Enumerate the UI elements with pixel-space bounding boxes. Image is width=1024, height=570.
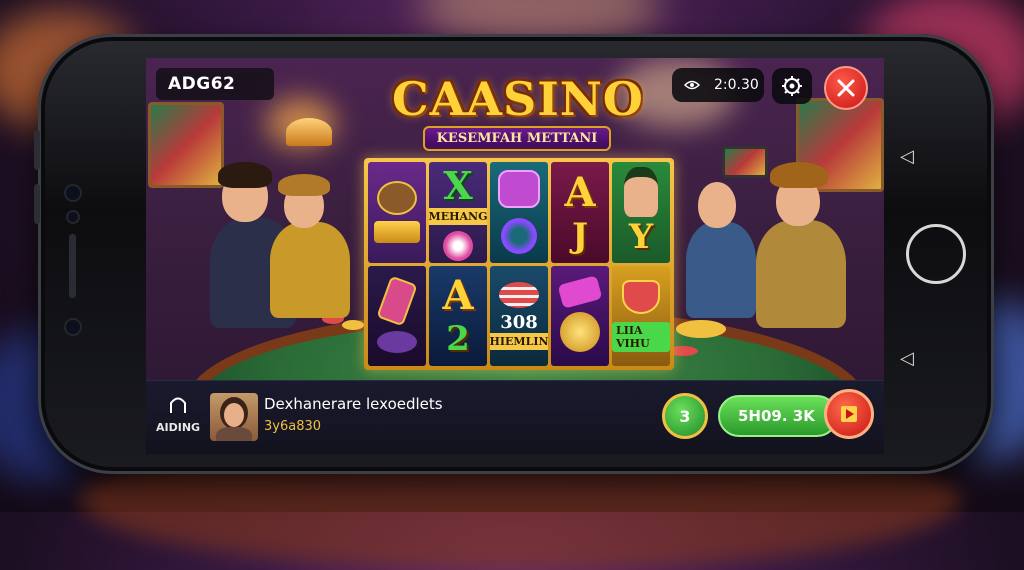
bonus-value: 3 <box>679 406 691 426</box>
symbol-caption: MEHANG <box>429 208 487 226</box>
a-symbol: A <box>564 168 596 216</box>
chip-stack <box>676 320 726 338</box>
avatar[interactable] <box>210 393 258 441</box>
home-nav-button[interactable] <box>906 224 966 284</box>
camera-icon <box>66 186 80 200</box>
back-nav-icon[interactable]: ◁ <box>900 146 914 167</box>
ring-symbol <box>501 218 537 255</box>
chip-stack-symbol <box>499 281 539 308</box>
slot-reels[interactable]: X MEHANG A J Y A 2 308 HIEMLIN LIIA VIHU <box>364 158 674 370</box>
settings-button[interactable] <box>772 68 812 104</box>
bar-symbol <box>557 274 603 309</box>
reel-symbol: X MEHANG <box>429 162 487 263</box>
player-balance: 3y6a830 <box>264 419 322 434</box>
reel-symbol <box>368 265 426 366</box>
player-name: Dexhanerare lexoedlets <box>264 395 443 413</box>
two-symbol: 2 <box>446 319 470 360</box>
sensor-icon <box>68 212 78 222</box>
logo-subtitle: KESEMFAH METTANI <box>422 126 612 151</box>
game-logo: CAASINO KESEMFAH METTANI <box>392 72 644 164</box>
play-icon <box>841 406 857 422</box>
close-button[interactable] <box>824 66 868 110</box>
symbol-value: 308 <box>500 311 538 333</box>
player-id: ADG62 <box>168 74 236 94</box>
j-symbol: J <box>571 215 589 256</box>
pot-symbol <box>622 279 660 314</box>
reel-symbol: A J <box>551 162 609 263</box>
speaker-grille <box>69 234 76 298</box>
timer-text: 2:0.30 <box>714 77 759 93</box>
player-character <box>264 168 354 318</box>
x-symbol: X <box>443 163 473 209</box>
gear-icon <box>782 76 802 96</box>
reel-symbol: A 2 <box>429 265 487 366</box>
home-button[interactable]: AIDING <box>156 393 200 434</box>
close-icon <box>837 79 855 97</box>
symbol-caption: HIEMLIN <box>490 332 548 350</box>
reel-symbol: 308 HIEMLIN <box>490 265 548 366</box>
eye-icon <box>684 80 700 90</box>
bottom-bar: AIDING Dexhanerare lexoedlets 3y6a830 3 … <box>146 380 884 454</box>
gold-symbol <box>374 221 420 244</box>
bet-amount-button[interactable]: 5H09. 3K <box>718 395 838 437</box>
bonus-button[interactable]: 3 <box>662 393 708 439</box>
spin-button[interactable] <box>824 389 874 439</box>
bottle-symbol <box>376 275 418 327</box>
reel-symbol <box>368 162 426 263</box>
back-nav-icon[interactable]: ◁ <box>900 348 914 369</box>
purse-symbol <box>498 170 540 209</box>
chip-symbol <box>443 231 473 262</box>
a-symbol: A <box>442 272 474 320</box>
timer-panel: 2:0.30 <box>672 68 764 102</box>
game-screen: ADG62 2:0.30 CAASINO KESEMFAH METTANI X … <box>146 58 884 454</box>
bet-amount: 5H09. 3K <box>738 407 815 425</box>
reel-symbol <box>490 162 548 263</box>
reel-symbol: LIIA VIHU <box>612 265 670 366</box>
hanging-lamp <box>286 118 332 146</box>
y-symbol: Y <box>628 217 654 258</box>
volume-button <box>34 184 40 224</box>
reel-symbol: Y <box>612 162 670 263</box>
home-label: AIDING <box>156 421 201 434</box>
coin-symbol <box>377 330 417 353</box>
monkey-symbol <box>377 181 417 216</box>
player-character <box>746 158 856 328</box>
player-id-badge: ADG62 <box>156 68 274 100</box>
leprechaun-symbol <box>624 167 658 218</box>
chip <box>342 320 364 330</box>
home-icon <box>170 397 186 413</box>
logo-title: CAASINO <box>392 72 644 126</box>
player-info: Dexhanerare lexoedlets 3y6a830 <box>264 395 443 434</box>
reel-symbol <box>551 265 609 366</box>
symbol-caption: LIIA VIHU <box>612 321 670 352</box>
camera-icon <box>66 320 80 334</box>
gold-coin-symbol <box>560 311 600 352</box>
volume-button <box>34 130 40 170</box>
